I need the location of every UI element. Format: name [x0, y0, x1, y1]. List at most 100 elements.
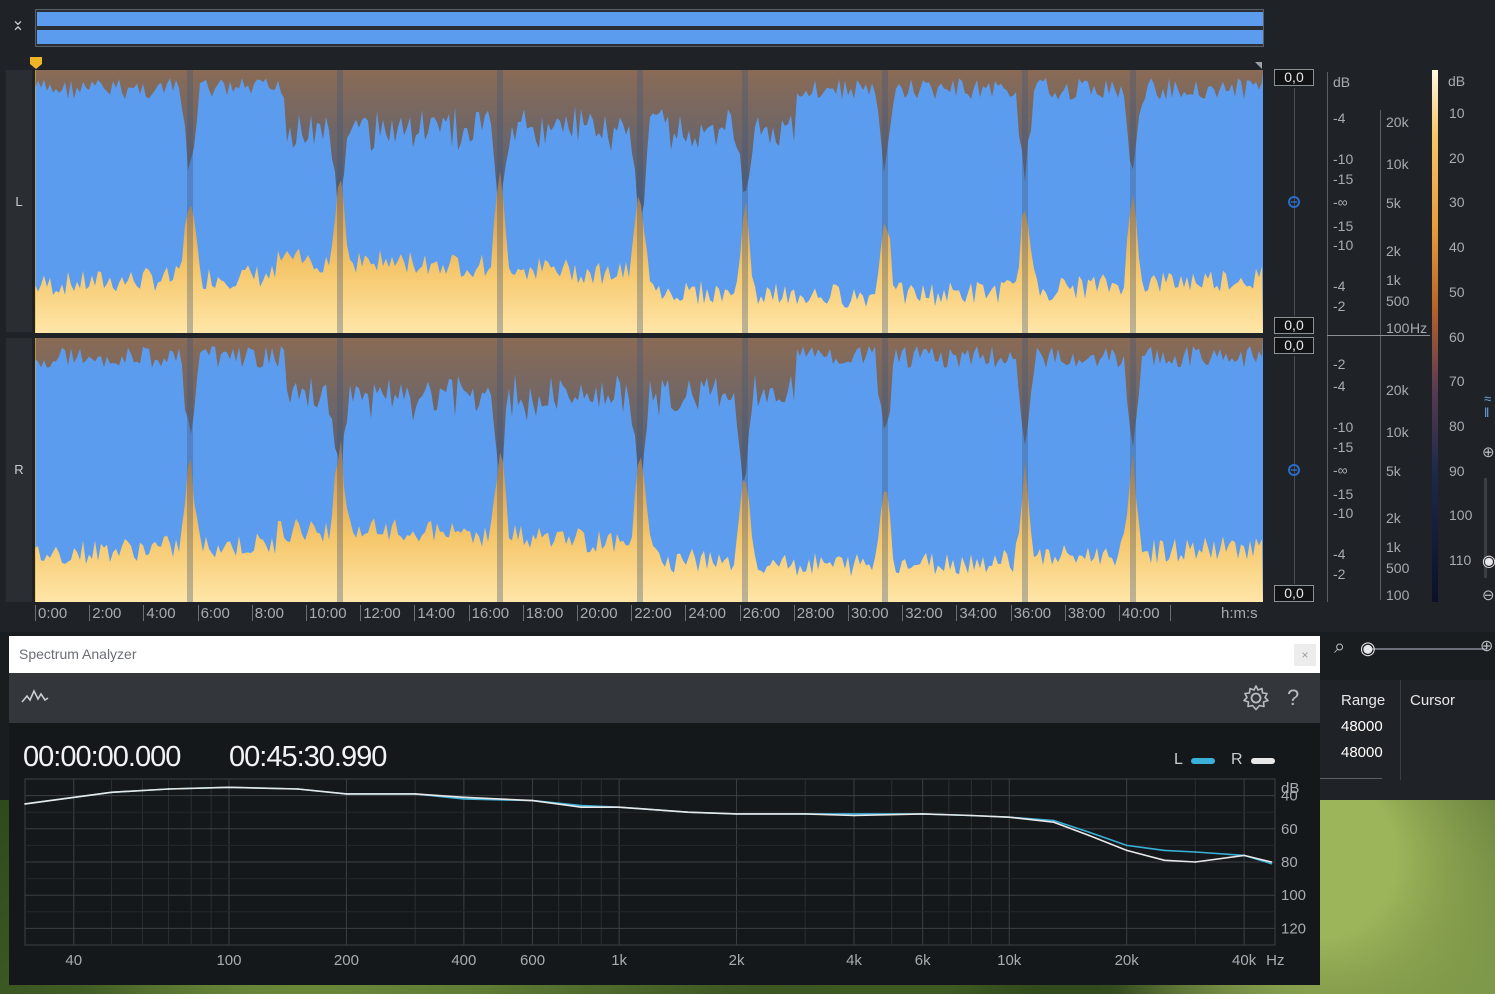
zoom-out-vertical-icon[interactable]: ⊖: [1482, 586, 1495, 604]
freq-scale-R-label: 10k: [1386, 424, 1409, 440]
channel-label-R[interactable]: R: [6, 462, 32, 477]
time-tick: [793, 605, 795, 621]
data-point-R: [167, 788, 170, 790]
colorbar-label: 80: [1449, 417, 1465, 434]
collapse-overview-icon[interactable]: ⌄ ⌃: [6, 13, 30, 44]
amp-scale-rule: [1327, 72, 1328, 602]
time-tick: [89, 605, 91, 621]
time-axis-unit: h:m:s: [1221, 605, 1258, 622]
time-tick-label: 36:00: [1013, 605, 1052, 622]
amp-scale-L-label: dB: [1333, 74, 1351, 90]
start-timecode: 00:00:00.000: [23, 741, 181, 773]
range-value-2: 48000: [1341, 744, 1383, 761]
amp-scale-R-label: -4: [1333, 546, 1346, 562]
spectrum-chart[interactable]: 40 100 200 400 600 1k 2k 4k 6k 10k 20k 40k Hz4060801…: [9, 773, 1320, 985]
freq-scale-R-label: 1k: [1386, 539, 1401, 555]
time-tick: [251, 605, 253, 621]
gain-slider-handle-R-icon[interactable]: [1286, 464, 1302, 476]
time-axis[interactable]: 0:00 2:00 4:00 6:00 8:00 10:00 12:00 14:00 16:00…: [35, 603, 1265, 627]
time-tick-label: 6:00: [200, 605, 230, 622]
x-tick-label: 100: [216, 952, 241, 969]
y-axis-unit: dB: [1281, 780, 1299, 797]
data-point-L: [1088, 831, 1090, 833]
cursor-header: Cursor: [1410, 692, 1456, 709]
colorbar-label: 20: [1449, 149, 1465, 166]
data-point-R: [970, 814, 973, 817]
data-point-L: [1052, 819, 1055, 822]
time-tick-label: 10:00: [309, 605, 347, 622]
data-point-R: [804, 813, 807, 815]
end-timecode: 00:45:30.990: [229, 741, 387, 773]
time-tick: [522, 605, 524, 621]
freq-scale-R-label: 2k: [1386, 510, 1401, 526]
freq-scale-L-label: 5k: [1386, 195, 1401, 211]
audio-editor: ⌄ ⌃ L R 0,0 0,0 0,0 0,0 Hz dB ≈ ‖ ⊕ ◉ ⊖ …: [0, 0, 1495, 632]
time-tick-label: 34:00: [959, 605, 997, 622]
spectrum-analyzer-title: Spectrum Analyzer: [19, 646, 137, 662]
colorbar-label: 70: [1449, 373, 1465, 390]
close-button[interactable]: ×: [1294, 644, 1316, 666]
time-tick-label: 0:00: [38, 605, 68, 622]
waveform-mode-icon[interactable]: ≈ ‖: [1484, 392, 1491, 420]
overview-track-R: [37, 30, 1263, 44]
channel-view-R[interactable]: [35, 338, 1263, 602]
time-tick-label: 28:00: [796, 605, 835, 622]
data-point-R: [463, 796, 465, 799]
zoom-out-icon[interactable]: ⌕: [1334, 636, 1345, 659]
peak-value-L-bottom: 0,0: [1274, 317, 1314, 334]
amp-scale-L-label: -4: [1333, 278, 1346, 294]
time-tick: [197, 605, 199, 621]
time-tick-label: 4:00: [146, 605, 176, 622]
peak-value-R-top: 0,0: [1274, 337, 1314, 354]
help-button[interactable]: ?: [1287, 685, 1299, 711]
channel-label-L[interactable]: L: [6, 194, 32, 209]
horizontal-zoom-control: ⌕ ◉ ⊕: [1320, 634, 1495, 664]
waveform-overview[interactable]: [35, 9, 1264, 47]
channel-view-L[interactable]: [35, 70, 1263, 333]
colorbar-label: 60: [1449, 328, 1465, 345]
time-tick-label: 40:00: [1122, 605, 1160, 622]
data-point-L: [1125, 844, 1128, 847]
freq-scale-R-label: 100: [1386, 587, 1410, 603]
freq-scale-L-label: 10k: [1386, 156, 1409, 172]
legend-label-R: R: [1231, 751, 1243, 768]
zoom-slider-track[interactable]: [1364, 648, 1486, 650]
app-root: ⌄ ⌃ L R 0,0 0,0 0,0 0,0 Hz dB ≈ ‖ ⊕ ◉ ⊖ …: [0, 0, 1495, 994]
data-point-L: [1194, 851, 1197, 853]
spectrum-analyzer-titlebar[interactable]: Spectrum Analyzer ×: [9, 636, 1320, 673]
end-marker-icon[interactable]: [1253, 60, 1263, 70]
data-point-R: [345, 793, 348, 795]
amp-scale-L-label: -15: [1333, 218, 1354, 234]
y-tick-label: 80: [1281, 854, 1298, 871]
zoom-in-icon[interactable]: ⊕: [1480, 636, 1493, 656]
settings-gear-icon[interactable]: [1242, 684, 1270, 712]
time-tick-label: 16:00: [471, 605, 510, 622]
info-divider: [1400, 680, 1401, 780]
time-tick: [414, 605, 416, 621]
data-point-L: [853, 813, 855, 815]
y-tick-label: 60: [1281, 821, 1298, 838]
time-tick-label: 14:00: [417, 605, 455, 622]
data-point-L: [1163, 849, 1166, 852]
x-tick-label: 40k: [1232, 952, 1257, 969]
freq-scale-R-label: 5k: [1386, 463, 1401, 479]
legend-swatch-R: [1251, 758, 1275, 764]
peak-value-R-bottom: 0,0: [1274, 585, 1314, 602]
time-tick: [631, 605, 633, 621]
info-rule: [1320, 778, 1382, 779]
spectrum-mode-icon[interactable]: [21, 688, 49, 706]
x-tick-label: 400: [451, 952, 476, 969]
zoom-slider-handle-icon[interactable]: ◉: [1360, 638, 1376, 659]
time-tick-label: 24:00: [688, 605, 726, 622]
time-tick: [685, 605, 687, 621]
playhead-marker-icon[interactable]: [29, 56, 43, 70]
vertical-zoom-handle-icon[interactable]: ◉: [1482, 551, 1495, 571]
colorbar-label: 100: [1449, 507, 1473, 524]
time-tick-label: 26:00: [742, 605, 781, 622]
gain-slider-handle-L-icon[interactable]: [1286, 196, 1302, 208]
range-header: Range: [1341, 692, 1386, 709]
time-tick-label: 12:00: [363, 605, 401, 622]
amp-scale-R-label: -2: [1333, 356, 1346, 372]
zoom-in-vertical-icon[interactable]: ⊕: [1482, 443, 1495, 461]
time-tick-label: 22:00: [634, 605, 672, 622]
